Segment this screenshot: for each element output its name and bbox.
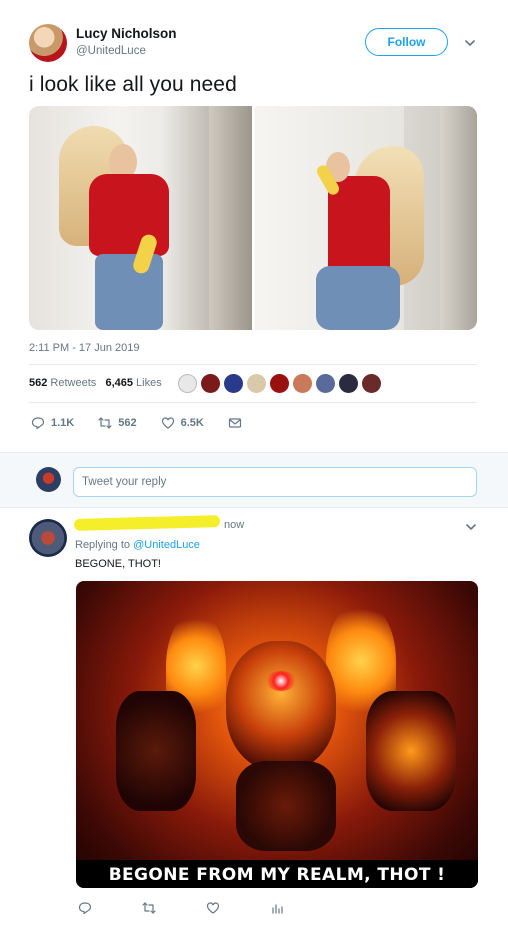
reply-composer: Tweet your reply (0, 452, 508, 508)
tweet-media[interactable] (29, 106, 477, 330)
author-handle[interactable]: @UnitedLuce (76, 45, 146, 57)
author-name[interactable]: Lucy Nicholson (76, 26, 177, 41)
current-user-avatar[interactable] (36, 467, 61, 492)
replying-to-prefix: Replying to (75, 539, 131, 551)
liker-avatar[interactable] (339, 374, 358, 393)
like-icon (161, 416, 175, 430)
liker-avatar[interactable] (224, 374, 243, 393)
liker-avatar[interactable] (178, 374, 197, 393)
like-count: 6.5K (180, 417, 204, 429)
tweet-actions: 1.1K 562 6.5K (31, 416, 266, 430)
chevron-down-icon[interactable] (465, 38, 475, 48)
reply-text: BEGONE, THOT! (75, 558, 161, 570)
liker-avatar[interactable] (247, 374, 266, 393)
follow-button[interactable]: Follow (365, 28, 448, 56)
reply-icon (31, 416, 45, 430)
liker-avatar[interactable] (270, 374, 289, 393)
redacted-author-name (73, 515, 221, 531)
divider (29, 402, 477, 403)
tweet: Lucy Nicholson @UnitedLuce Follow i look… (0, 0, 508, 452)
tweet-stats: 562 Retweets 6,465 Likes (29, 377, 162, 389)
author-avatar[interactable] (29, 24, 67, 62)
retweet-action[interactable]: 562 (98, 416, 137, 430)
replying-to: Replying to @UnitedLuce (75, 539, 200, 551)
reply-author-avatar[interactable] (29, 519, 67, 557)
tweet-timestamp[interactable]: 2:11 PM - 17 Jun 2019 (29, 342, 139, 354)
retweet-count: 562 (118, 417, 137, 429)
retweets-label: Retweets (50, 377, 97, 389)
reply-like-action[interactable] (206, 901, 270, 915)
retweet-icon (142, 901, 156, 915)
retweet-icon (98, 416, 112, 430)
likes-count: 6,465 (105, 377, 133, 389)
liker-avatar[interactable] (362, 374, 381, 393)
reply-input[interactable]: Tweet your reply (73, 467, 477, 497)
reply-actions (78, 901, 334, 915)
tweet-text: i look like all you need (29, 73, 237, 96)
reply-icon (78, 901, 92, 915)
liker-avatar[interactable] (201, 374, 220, 393)
chevron-down-icon[interactable] (466, 522, 476, 532)
reply-analytics-action[interactable] (270, 901, 334, 915)
reply-timestamp[interactable]: now (224, 519, 244, 531)
like-action[interactable]: 6.5K (161, 416, 204, 430)
reply-action[interactable]: 1.1K (31, 416, 74, 430)
replying-to-handle-link[interactable]: @UnitedLuce (133, 539, 200, 551)
meme-caption: BEGONE FROM MY REALM, THOT ! (108, 865, 446, 885)
reply-retweet-action[interactable] (142, 901, 206, 915)
liker-avatar[interactable] (293, 374, 312, 393)
tweet-photo-2[interactable] (254, 106, 477, 330)
dm-icon (228, 416, 242, 430)
reply-reply-action[interactable] (78, 901, 142, 915)
reply-tweet: now Replying to @UnitedLuce BEGONE, THOT… (0, 508, 508, 930)
like-icon (206, 901, 220, 915)
likes-stat[interactable]: 6,465 Likes (105, 377, 161, 389)
reply-meme-image[interactable]: BEGONE FROM MY REALM, THOT ! (76, 581, 478, 888)
liker-avatars (178, 374, 381, 393)
retweets-stat[interactable]: 562 Retweets (29, 377, 96, 389)
liker-avatar[interactable] (316, 374, 335, 393)
analytics-icon (270, 901, 284, 915)
divider (29, 364, 477, 365)
tweet-photo-1[interactable] (29, 106, 252, 330)
reply-count: 1.1K (51, 417, 75, 429)
likes-label: Likes (136, 377, 162, 389)
retweets-count: 562 (29, 377, 48, 389)
dm-action[interactable] (228, 416, 242, 430)
